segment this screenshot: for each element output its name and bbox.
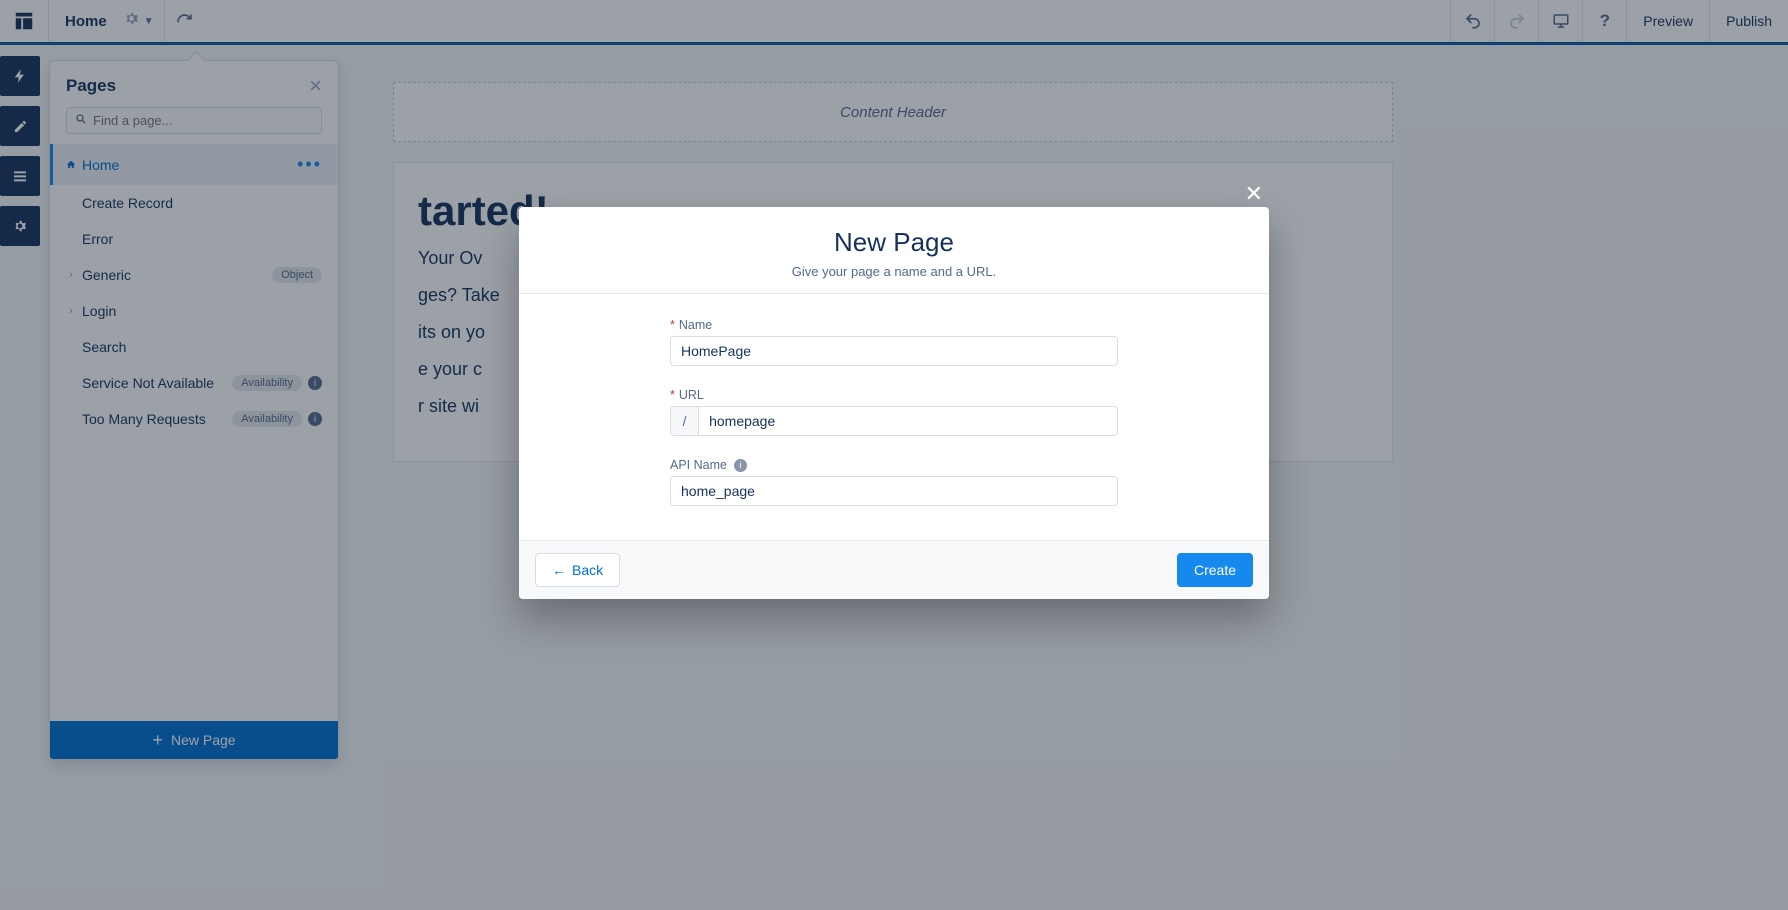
api-name-input[interactable] — [670, 476, 1118, 506]
new-page-modal: ✕ New Page Give your page a name and a U… — [519, 207, 1269, 599]
modal-title: New Page — [543, 227, 1245, 258]
info-icon[interactable]: i — [734, 459, 747, 472]
modal-subtitle: Give your page a name and a URL. — [543, 264, 1245, 279]
name-field-label: * Name — [670, 318, 1118, 332]
modal-close-icon[interactable]: ✕ — [1245, 181, 1263, 207]
back-button[interactable]: ← Back — [535, 553, 620, 587]
create-button[interactable]: Create — [1177, 553, 1253, 587]
url-prefix: / — [670, 406, 698, 436]
api-name-field-label: API Name i — [670, 458, 1118, 472]
arrow-left-icon: ← — [552, 562, 566, 578]
url-input[interactable] — [698, 406, 1118, 436]
url-field-label: * URL — [670, 388, 1118, 402]
name-input[interactable] — [670, 336, 1118, 366]
